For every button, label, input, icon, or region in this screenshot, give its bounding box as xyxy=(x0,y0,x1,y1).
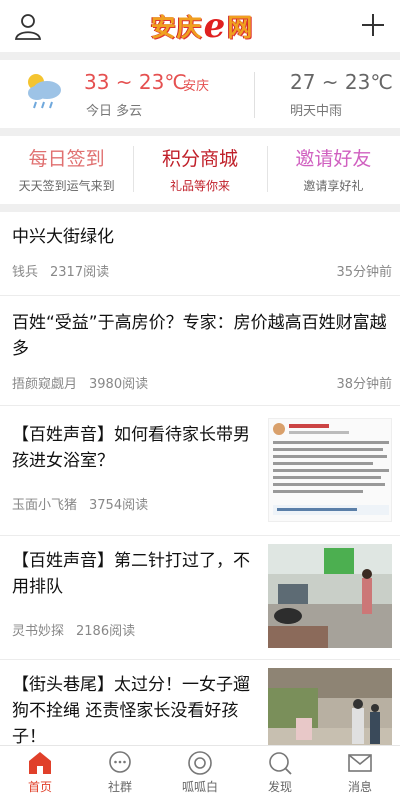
article-title: 中兴大街绿化 xyxy=(12,227,114,247)
article-title: 百姓“受益”于高房价？专家：房价越高百姓财富越多 xyxy=(12,313,387,359)
mail-icon xyxy=(348,754,372,772)
article-time: 38分钟前 xyxy=(336,377,392,392)
action-title: 邀请好友 xyxy=(295,148,372,170)
vaccination-hall-photo xyxy=(268,544,392,648)
article-time: 35分钟前 xyxy=(336,265,392,280)
top-bar: 安庆 e 网 xyxy=(0,0,400,52)
today-temperature: 33 ~ 23℃ xyxy=(84,70,187,94)
article-title: 【百姓声音】第二针打过了，不用排队 xyxy=(12,551,250,597)
nav-label: 发现 xyxy=(267,780,292,794)
logo-main-text: 安庆 xyxy=(150,13,203,42)
cloud-rain-sun-icon xyxy=(28,74,61,109)
action-subtitle: 天天签到运气来到 xyxy=(18,179,115,193)
plus-icon[interactable] xyxy=(358,10,388,40)
user-icon[interactable] xyxy=(14,12,42,40)
nav-label: 呱呱白 xyxy=(181,780,218,794)
article-meta: 捂颜窥觑月 3980阅读 xyxy=(12,373,148,392)
search-icon xyxy=(269,752,292,775)
circle-target-icon xyxy=(188,751,212,775)
bottom-navigation: 首页 社群 呱呱白 发现 消息 xyxy=(0,745,400,797)
daily-checkin-button[interactable]: 每日签到 天天签到运气来到 xyxy=(0,136,133,204)
article-author: 灵书妙探 xyxy=(12,624,65,639)
action-subtitle: 礼品等你来 xyxy=(169,179,230,193)
invite-friends-button[interactable]: 邀请好友 邀请享好礼 xyxy=(266,136,400,204)
nav-label: 首页 xyxy=(27,780,52,794)
article-meta: 灵书妙探 2186阅读 xyxy=(12,620,135,639)
section-divider xyxy=(0,128,400,136)
nav-messages[interactable]: 消息 xyxy=(320,746,400,797)
tomorrow-temperature: 27 ~ 23℃ xyxy=(290,70,393,94)
vaccination-thumbnail xyxy=(268,544,392,648)
social-post-screenshot xyxy=(273,423,389,515)
section-divider xyxy=(0,52,400,60)
nav-guaguabai[interactable]: 呱呱白 xyxy=(160,746,240,797)
nav-label: 社群 xyxy=(107,780,132,794)
list-item[interactable]: 【百姓声音】第二针打过了，不用排队 灵书妙探 2186阅读 xyxy=(0,536,400,660)
home-icon xyxy=(29,752,51,774)
action-subtitle: 邀请享好礼 xyxy=(303,179,364,193)
city-label: 安庆 xyxy=(183,79,210,94)
article-author: 钱兵 xyxy=(12,265,39,280)
article-reads: 2186阅读 xyxy=(76,624,136,639)
article-author: 捂颜窥觑月 xyxy=(12,377,78,392)
app-logo: 安庆 e 网 xyxy=(150,6,254,46)
news-feed: 中兴大街绿化 钱兵 2317阅读 35分钟前 百姓“受益”于高房价？专家：房价越高… xyxy=(0,212,400,780)
action-title: 每日签到 xyxy=(28,148,105,170)
chat-bubble-icon xyxy=(109,751,131,773)
article-meta: 玉面小飞猪 3754阅读 xyxy=(12,494,148,513)
article-author: 玉面小飞猪 xyxy=(12,498,78,513)
quick-actions: 每日签到 天天签到运气来到 积分商城 礼品等你来 邀请好友 邀请享好礼 xyxy=(0,136,400,204)
list-item[interactable]: 【百姓声音】如何看待家长带男孩进女浴室？ 玉面小飞猪 3754阅读 xyxy=(0,406,400,536)
logo-e-letter: e xyxy=(203,6,227,46)
today-weather-desc: 今日 多云 xyxy=(86,104,143,119)
article-title: 【百姓声音】如何看待家长带男孩进女浴室？ xyxy=(12,425,250,471)
nav-home[interactable]: 首页 xyxy=(0,746,80,797)
nav-discover[interactable]: 发现 xyxy=(240,746,320,797)
article-meta: 钱兵 2317阅读 xyxy=(12,261,109,280)
logo-end-text: 网 xyxy=(227,13,254,42)
points-mall-button[interactable]: 积分商城 礼品等你来 xyxy=(133,136,266,204)
article-reads: 3980阅读 xyxy=(89,377,149,392)
article-title: 【街头巷尾】太过分！一女子遛狗不拴绳 还责怪家长没看好孩子！ xyxy=(12,675,250,747)
article-reads: 2317阅读 xyxy=(50,265,110,280)
list-item[interactable]: 中兴大街绿化 钱兵 2317阅读 35分钟前 xyxy=(0,212,400,296)
nav-label: 消息 xyxy=(347,780,372,794)
tomorrow-weather-desc: 明天中雨 xyxy=(290,104,343,119)
social-post-thumbnail xyxy=(268,418,392,522)
section-divider xyxy=(0,204,400,212)
article-reads: 3754阅读 xyxy=(89,498,149,513)
action-title: 积分商城 xyxy=(161,148,238,170)
weather-panel[interactable]: 33 ~ 23℃ 安庆 今日 多云 27 ~ 23℃ 明天中雨 xyxy=(0,60,400,128)
weather-separator xyxy=(254,72,255,118)
nav-community[interactable]: 社群 xyxy=(80,746,160,797)
list-item[interactable]: 百姓“受益”于高房价？专家：房价越高百姓财富越多 捂颜窥觑月 3980阅读 38分… xyxy=(0,296,400,406)
